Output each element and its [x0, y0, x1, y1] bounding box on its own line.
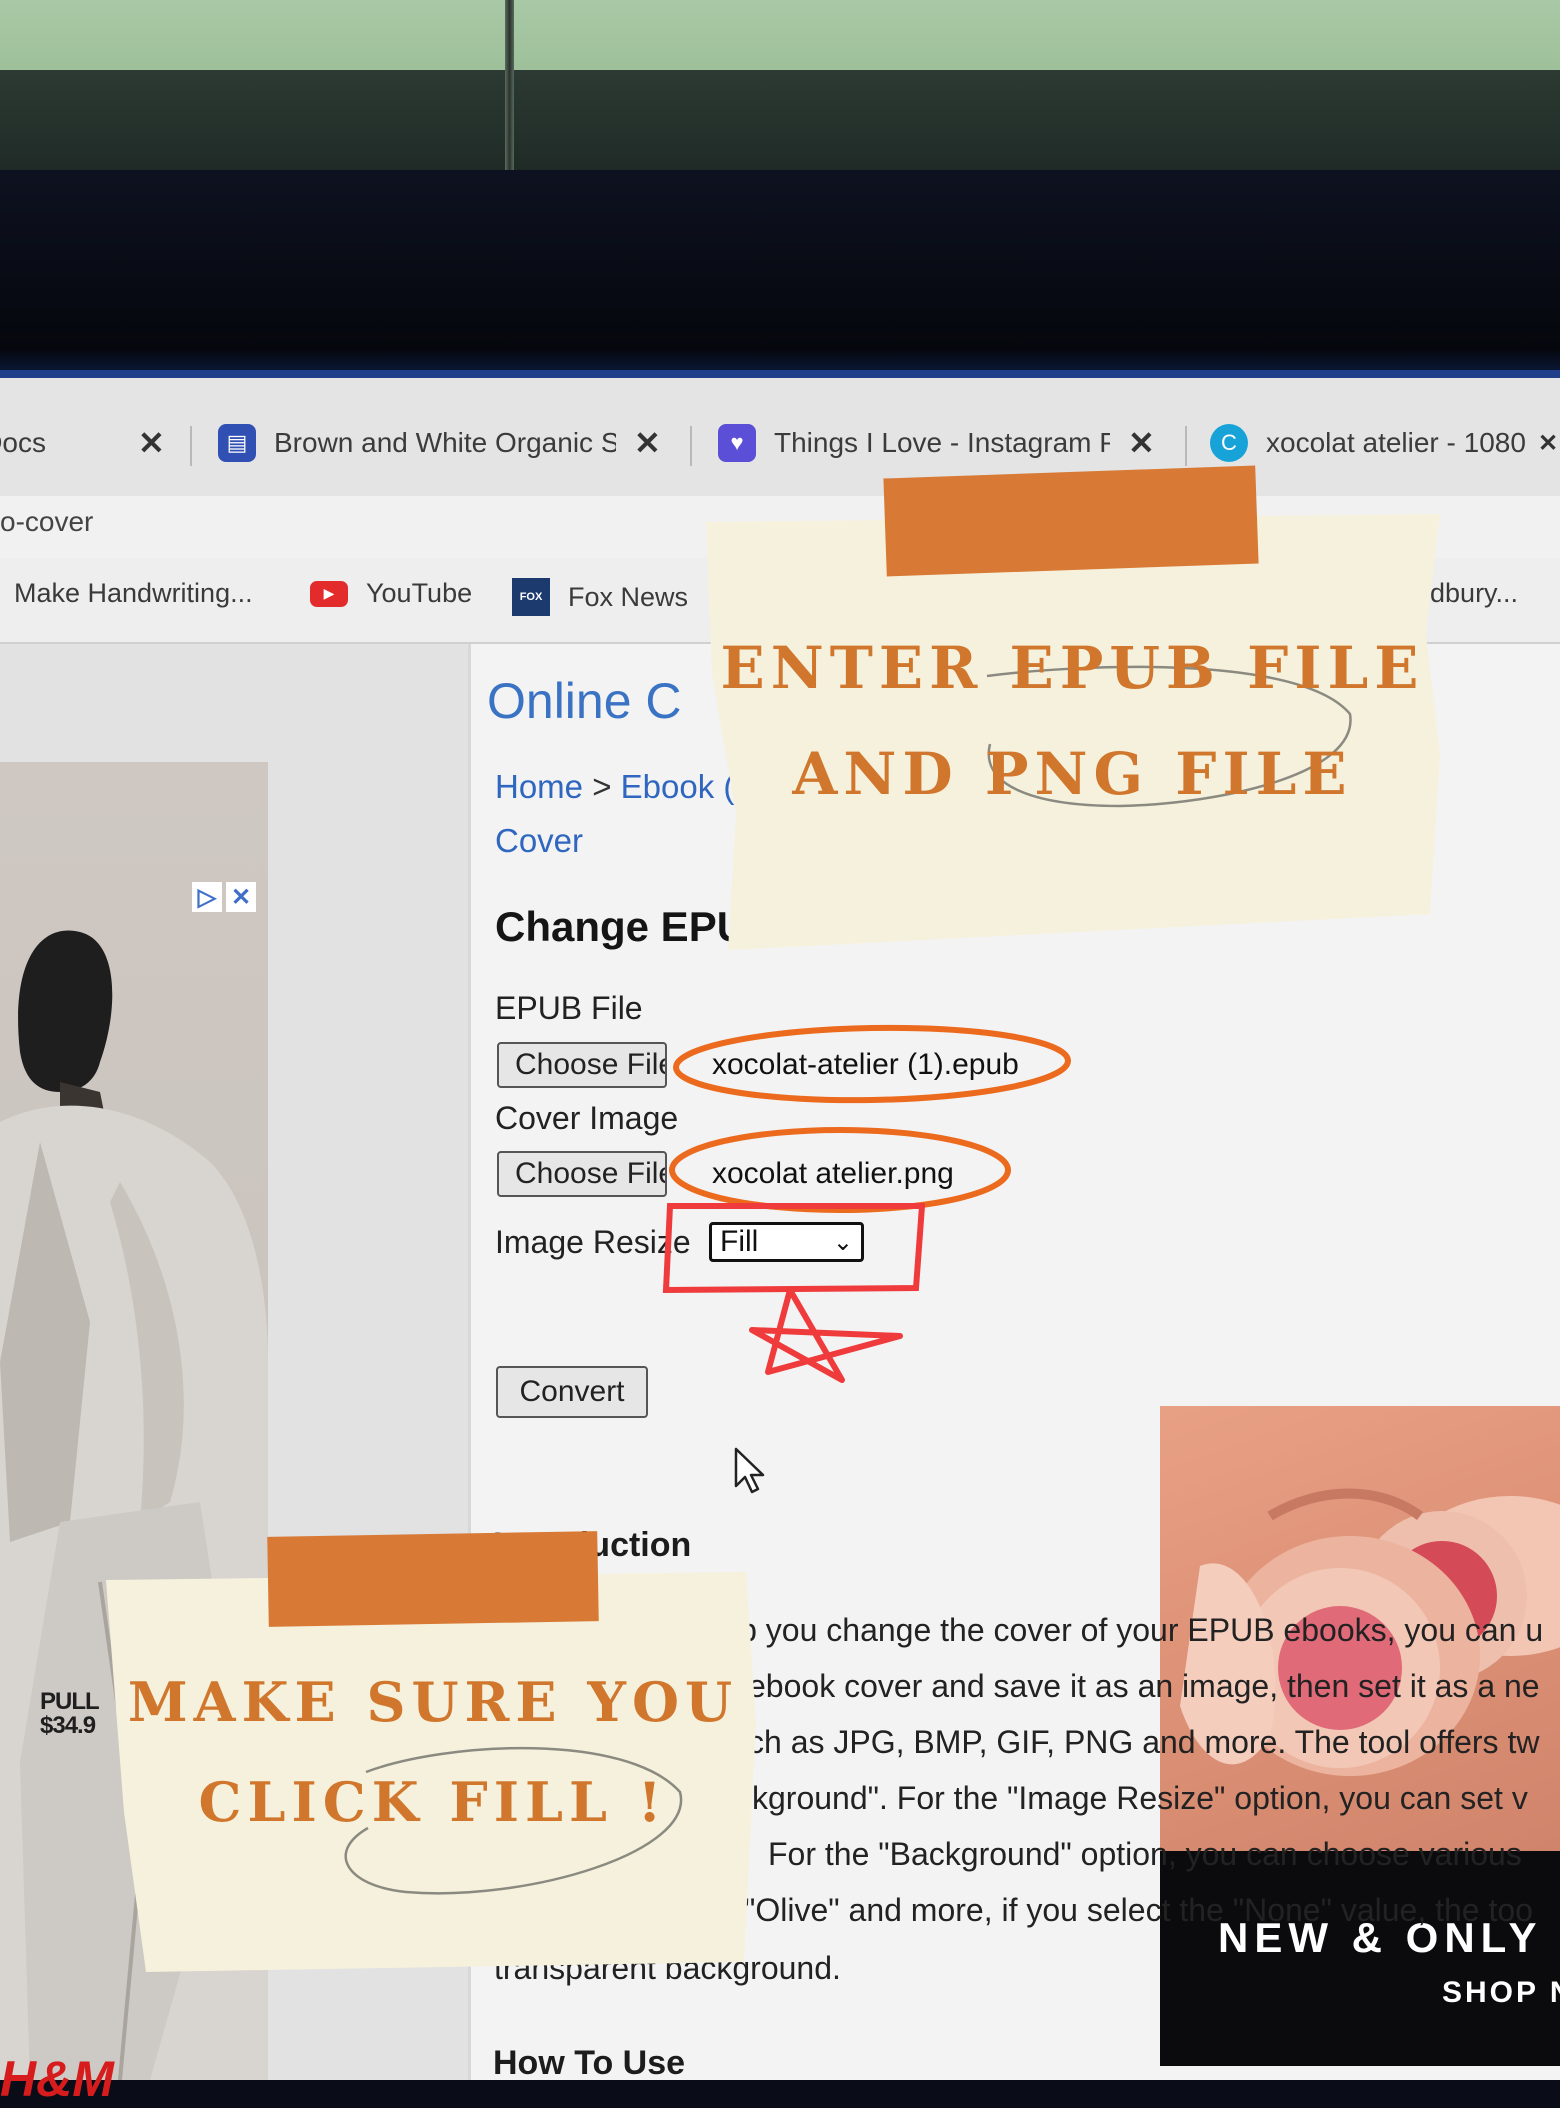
note-line: CLICK FILL ! [198, 1770, 668, 1834]
note-line: ENTER EPUB FILE [720, 634, 1425, 702]
note-line: AND PNG FILE [792, 740, 1353, 808]
note-enter-files: ENTER EPUB FILE AND PNG FILE [700, 465, 1445, 950]
red-box-fill [662, 1203, 926, 1294]
paper-shape [706, 514, 1440, 950]
orange-circle-epub [673, 1024, 1071, 1104]
note-click-fill: MAKE SURE YOU CLICK FILL ! [106, 1531, 760, 1972]
tape [267, 1531, 599, 1627]
red-star [749, 1287, 903, 1383]
note-line: MAKE SURE YOU [127, 1670, 739, 1734]
orange-circle-png [669, 1127, 1011, 1213]
tape [883, 465, 1259, 577]
